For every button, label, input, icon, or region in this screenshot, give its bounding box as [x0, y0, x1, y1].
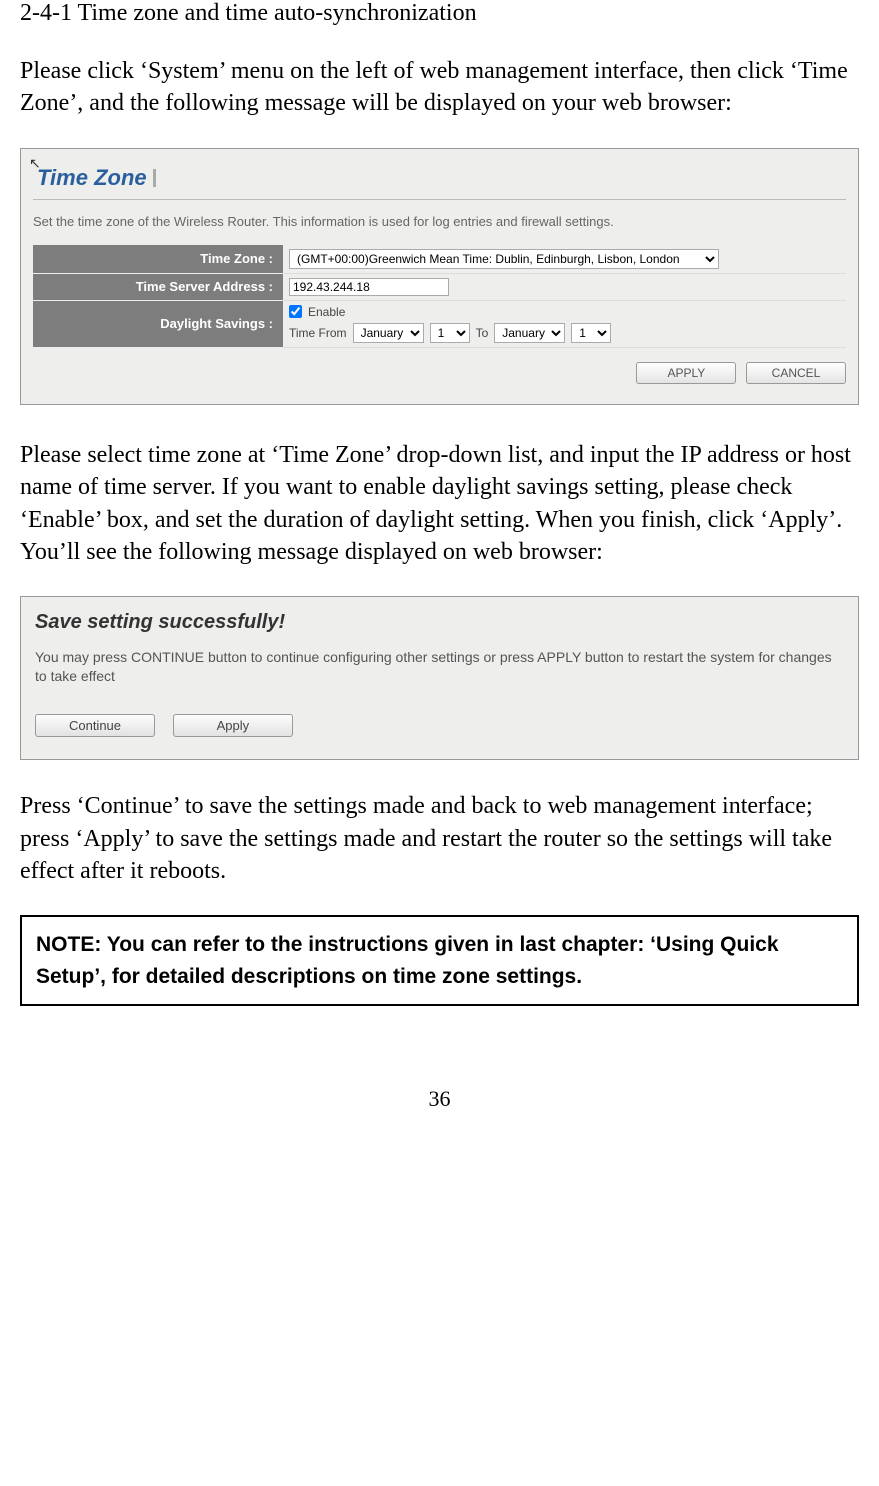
save-description: You may press CONTINUE button to continu… — [35, 648, 844, 686]
enable-label: Enable — [308, 305, 345, 319]
from-month-select[interactable]: January — [353, 323, 424, 343]
paragraph-intro: Please click ‘System’ menu on the left o… — [20, 55, 859, 120]
timeserver-input[interactable] — [289, 278, 449, 296]
settings-table: Time Zone : (GMT+00:00)Greenwich Mean Ti… — [33, 245, 846, 348]
page-number: 36 — [20, 1086, 859, 1112]
from-day-select[interactable]: 1 — [430, 323, 470, 343]
title-caret-icon — [153, 169, 156, 187]
cancel-button[interactable]: CANCEL — [746, 362, 846, 384]
label-timezone: Time Zone : — [33, 245, 283, 274]
timezone-select[interactable]: (GMT+00:00)Greenwich Mean Time: Dublin, … — [289, 249, 719, 269]
save-title: Save setting successfully! — [35, 611, 844, 634]
enable-checkbox[interactable] — [289, 305, 302, 318]
note-box: NOTE: You can refer to the instructions … — [20, 915, 859, 1006]
panel-title-text: Time Zone — [37, 165, 147, 191]
label-timeserver: Time Server Address : — [33, 273, 283, 300]
apply-button-2[interactable]: Apply — [173, 714, 293, 737]
timezone-screenshot: ↖ Time Zone Set the time zone of the Wir… — [20, 148, 859, 405]
panel-description: Set the time zone of the Wireless Router… — [33, 214, 846, 229]
apply-button[interactable]: APPLY — [636, 362, 736, 384]
paragraph-instructions: Please select time zone at ‘Time Zone’ d… — [20, 439, 859, 569]
panel-title: Time Zone — [33, 161, 846, 200]
save-screenshot: Save setting successfully! You may press… — [20, 596, 859, 760]
paragraph-continue: Press ‘Continue’ to save the settings ma… — [20, 790, 859, 887]
to-day-select[interactable]: 1 — [571, 323, 611, 343]
to-label: To — [476, 326, 489, 340]
label-daylight: Daylight Savings : — [33, 300, 283, 347]
timefrom-label: Time From — [289, 326, 347, 340]
cursor-icon: ↖ — [29, 155, 41, 172]
section-heading: 2-4-1 Time zone and time auto-synchroniz… — [20, 0, 859, 27]
continue-button[interactable]: Continue — [35, 714, 155, 737]
to-month-select[interactable]: January — [494, 323, 565, 343]
